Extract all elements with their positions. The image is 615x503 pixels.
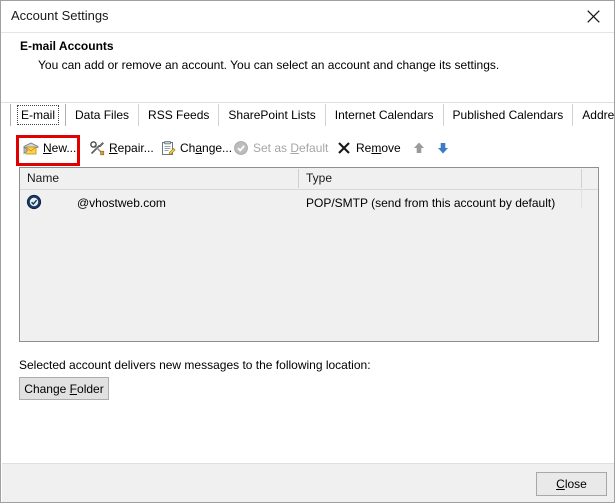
tab-data-files[interactable]: Data Files <box>65 104 140 126</box>
close-button[interactable]: Close <box>536 472 607 496</box>
page-title: E-mail Accounts <box>20 39 114 53</box>
tools-repair-icon <box>89 140 105 156</box>
tab-address-books[interactable]: Address Books <box>572 104 615 126</box>
change-account-label: Change... <box>180 140 233 155</box>
delivery-location-label: Selected account delivers new messages t… <box>19 358 371 372</box>
tab-internet-calendars[interactable]: Internet Calendars <box>324 104 444 126</box>
change-folder-button[interactable]: Change Folder <box>19 377 109 400</box>
set-as-default-label: Set as Default <box>253 140 329 155</box>
close-icon[interactable] <box>570 1 614 31</box>
title-bar: Account Settings <box>1 1 614 33</box>
window-title: Account Settings <box>11 8 109 23</box>
tab-rss-feeds[interactable]: RSS Feeds <box>138 104 220 126</box>
tab-rss-feeds-label: RSS Feeds <box>148 108 210 122</box>
column-header-name[interactable]: Name <box>27 171 59 185</box>
repair-account-button[interactable]: Repair... <box>89 137 154 158</box>
remove-x-icon <box>336 140 352 156</box>
tab-sharepoint-lists[interactable]: SharePoint Lists <box>218 104 326 126</box>
move-up-button[interactable] <box>411 137 427 158</box>
accounts-toolbar: New... Repair... Change... Set as Defaul… <box>1 134 614 162</box>
new-account-label: New... <box>43 140 77 155</box>
column-header-type[interactable]: Type <box>306 171 332 185</box>
check-circle-icon <box>233 140 249 156</box>
account-type: POP/SMTP (send from this account by defa… <box>306 196 556 210</box>
tab-strip: E-mail Data Files RSS Feeds SharePoint L… <box>1 102 615 127</box>
accounts-list[interactable]: Name Type @vhostweb.com POP/SMTP (send f… <box>19 167 599 342</box>
column-divider <box>581 169 582 188</box>
tab-email[interactable]: E-mail <box>10 104 67 126</box>
arrow-up-icon <box>411 140 427 156</box>
account-default-icon <box>26 194 42 210</box>
move-down-button[interactable] <box>435 137 451 158</box>
change-account-button[interactable]: Change... <box>160 137 232 158</box>
tab-internet-calendars-label: Internet Calendars <box>334 108 434 122</box>
column-divider <box>298 169 299 188</box>
tab-published-calendars[interactable]: Published Calendars <box>442 104 574 126</box>
repair-account-label: Repair... <box>109 140 154 155</box>
remove-account-button[interactable]: Remove <box>336 137 401 158</box>
tab-data-files-label: Data Files <box>75 108 130 122</box>
tab-address-books-label: Address Books <box>582 108 615 122</box>
tab-published-calendars-label: Published Calendars <box>452 108 564 122</box>
new-account-button[interactable]: New... <box>23 137 76 158</box>
tab-sharepoint-lists-label: SharePoint Lists <box>228 108 316 122</box>
account-name: @vhostweb.com <box>77 196 166 210</box>
close-button-label: Close <box>556 477 587 491</box>
account-settings-dialog: Account Settings E-mail Accounts You can… <box>0 0 615 503</box>
new-mail-icon <box>23 140 39 156</box>
arrow-down-icon <box>435 140 451 156</box>
change-folder-label: Change Folder <box>24 381 104 396</box>
clipboard-edit-icon <box>160 140 176 156</box>
remove-account-label: Remove <box>356 140 401 155</box>
set-as-default-button[interactable]: Set as Default <box>233 137 328 158</box>
tab-email-label: E-mail <box>16 105 60 125</box>
page-description: You can add or remove an account. You ca… <box>38 58 500 72</box>
table-row[interactable]: @vhostweb.com POP/SMTP (send from this a… <box>20 190 598 216</box>
dialog-footer <box>2 464 614 502</box>
accounts-list-header: Name Type <box>20 168 598 190</box>
